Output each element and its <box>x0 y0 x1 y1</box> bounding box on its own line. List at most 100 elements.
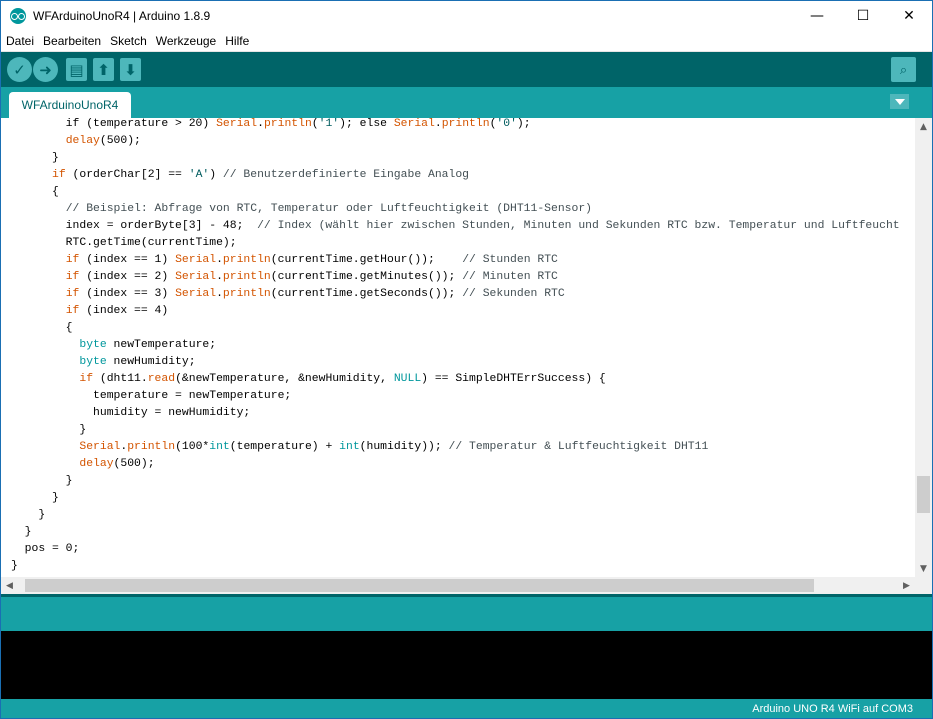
code-token: 'A' <box>188 169 210 181</box>
code-token: Serial <box>393 118 435 130</box>
code-line: delay(500); <box>11 456 900 473</box>
horizontal-scroll-thumb[interactable] <box>25 579 814 592</box>
code-token: (500); <box>113 458 155 470</box>
code-line: index = orderByte[3] - 48; // Index (wäh… <box>11 218 900 235</box>
code-line: if (index == 3) Serial.println(currentTi… <box>11 286 900 303</box>
upload-button[interactable]: ➜ <box>33 57 58 82</box>
menu-bearbeiten[interactable]: Bearbeiten <box>38 31 105 52</box>
checkmark-icon: ✓ <box>13 60 26 79</box>
scroll-left-icon[interactable]: ◀ <box>1 577 18 594</box>
code-token: { <box>11 186 59 198</box>
code-line: temperature = newTemperature; <box>11 388 900 405</box>
code-token: ); else <box>339 118 394 130</box>
code-token: if <box>65 305 80 317</box>
menu-werkzeuge[interactable]: Werkzeuge <box>151 31 220 52</box>
code-token: (index == 2) <box>79 271 176 283</box>
scroll-up-icon[interactable]: ▲ <box>915 118 932 135</box>
code-line: } <box>11 524 900 541</box>
code-token: if (temperature > 20) <box>11 118 217 130</box>
close-button[interactable]: ✕ <box>886 1 932 31</box>
code-token: (&newTemperature, &newHumidity, <box>175 373 394 385</box>
code-line: } <box>11 558 900 575</box>
vertical-scrollbar[interactable]: ▲ ▼ <box>915 118 932 577</box>
toolbar: ✓ ➜ ▤ ⬆ ⬇ ⌕ <box>1 52 932 87</box>
code-line: RTC.getTime(currentTime); <box>11 235 900 252</box>
code-text: if (temperature > 20) Serial.println('1'… <box>11 118 900 575</box>
code-token: . <box>216 254 223 266</box>
code-token: (orderChar[2] == <box>65 169 189 181</box>
new-file-icon: ▤ <box>69 60 84 79</box>
code-line: } <box>11 473 900 490</box>
scroll-right-icon[interactable]: ▶ <box>898 577 915 594</box>
tab-bar: WFArduinoUnoR4 <box>1 87 932 118</box>
code-token: Serial <box>216 118 258 130</box>
code-line: byte newTemperature; <box>11 337 900 354</box>
minimize-button[interactable]: — <box>794 1 840 31</box>
code-token: // Temperatur & Luftfeuchtigkeit DHT11 <box>448 441 709 453</box>
code-token: Serial <box>79 441 121 453</box>
open-sketch-button[interactable]: ⬆ <box>93 58 114 81</box>
code-token: byte <box>79 339 107 351</box>
code-token: println <box>222 271 271 283</box>
code-token: } <box>11 526 32 538</box>
code-token: index = orderByte[3] - 48; <box>11 220 258 232</box>
arduino-ide-window: WFArduinoUnoR4 | Arduino 1.8.9 — ☐ ✕ Dat… <box>0 0 933 719</box>
code-line: } <box>11 490 900 507</box>
menu-hilfe[interactable]: Hilfe <box>220 31 253 52</box>
code-token: (100* <box>175 441 210 453</box>
code-line: { <box>11 320 900 337</box>
code-token: (dht11. <box>93 373 148 385</box>
code-token: Serial <box>175 288 217 300</box>
verify-button[interactable]: ✓ <box>7 57 32 82</box>
horizontal-scrollbar[interactable]: ◀ ▶ <box>1 577 932 594</box>
status-bar: Arduino UNO R4 WiFi auf COM3 <box>1 699 932 718</box>
code-token: byte <box>79 356 107 368</box>
serial-monitor-button[interactable]: ⌕ <box>891 57 916 82</box>
save-sketch-button[interactable]: ⬇ <box>120 58 141 81</box>
code-line: Serial.println(100*int(temperature) + in… <box>11 439 900 456</box>
code-token: } <box>11 560 18 572</box>
code-line: if (index == 1) Serial.println(currentTi… <box>11 252 900 269</box>
editor-console-divider[interactable] <box>1 594 932 631</box>
code-token: ) <box>209 169 223 181</box>
code-token: (humidity)); <box>359 441 449 453</box>
tab-menu-button[interactable] <box>890 94 909 109</box>
code-token: newHumidity; <box>106 356 196 368</box>
code-token: . <box>216 288 223 300</box>
code-token: int <box>209 441 230 453</box>
menu-sketch[interactable]: Sketch <box>105 31 151 52</box>
code-token: println <box>263 118 312 130</box>
code-token: . <box>434 118 442 130</box>
code-token: delay <box>65 135 100 147</box>
console-output[interactable] <box>1 631 932 699</box>
code-token: (currentTime.getHour()); <box>270 254 463 266</box>
code-line: delay(500); <box>11 133 900 150</box>
code-token: (index == 4) <box>79 305 169 317</box>
code-token: ); <box>516 118 531 130</box>
menu-bar: Datei Bearbeiten Sketch Werkzeuge Hilfe <box>1 31 932 52</box>
code-token: } <box>11 475 73 487</box>
menu-datei[interactable]: Datei <box>1 31 38 52</box>
code-token: println <box>222 288 271 300</box>
code-line: if (dht11.read(&newTemperature, &newHumi… <box>11 371 900 388</box>
code-line: if (index == 4) <box>11 303 900 320</box>
scroll-down-icon[interactable]: ▼ <box>915 560 932 577</box>
code-token: . <box>216 271 223 283</box>
code-line: } <box>11 150 900 167</box>
code-line: if (index == 2) Serial.println(currentTi… <box>11 269 900 286</box>
code-editor[interactable]: if (temperature > 20) Serial.println('1'… <box>1 118 915 577</box>
code-token: '1' <box>318 118 340 130</box>
maximize-button[interactable]: ☐ <box>840 1 886 31</box>
vertical-scroll-thumb[interactable] <box>917 476 930 513</box>
code-token: { <box>11 322 73 334</box>
code-line: byte newHumidity; <box>11 354 900 371</box>
code-token: pos = 0; <box>11 543 80 555</box>
new-sketch-button[interactable]: ▤ <box>66 58 87 81</box>
tab-sketch[interactable]: WFArduinoUnoR4 <box>9 92 131 118</box>
